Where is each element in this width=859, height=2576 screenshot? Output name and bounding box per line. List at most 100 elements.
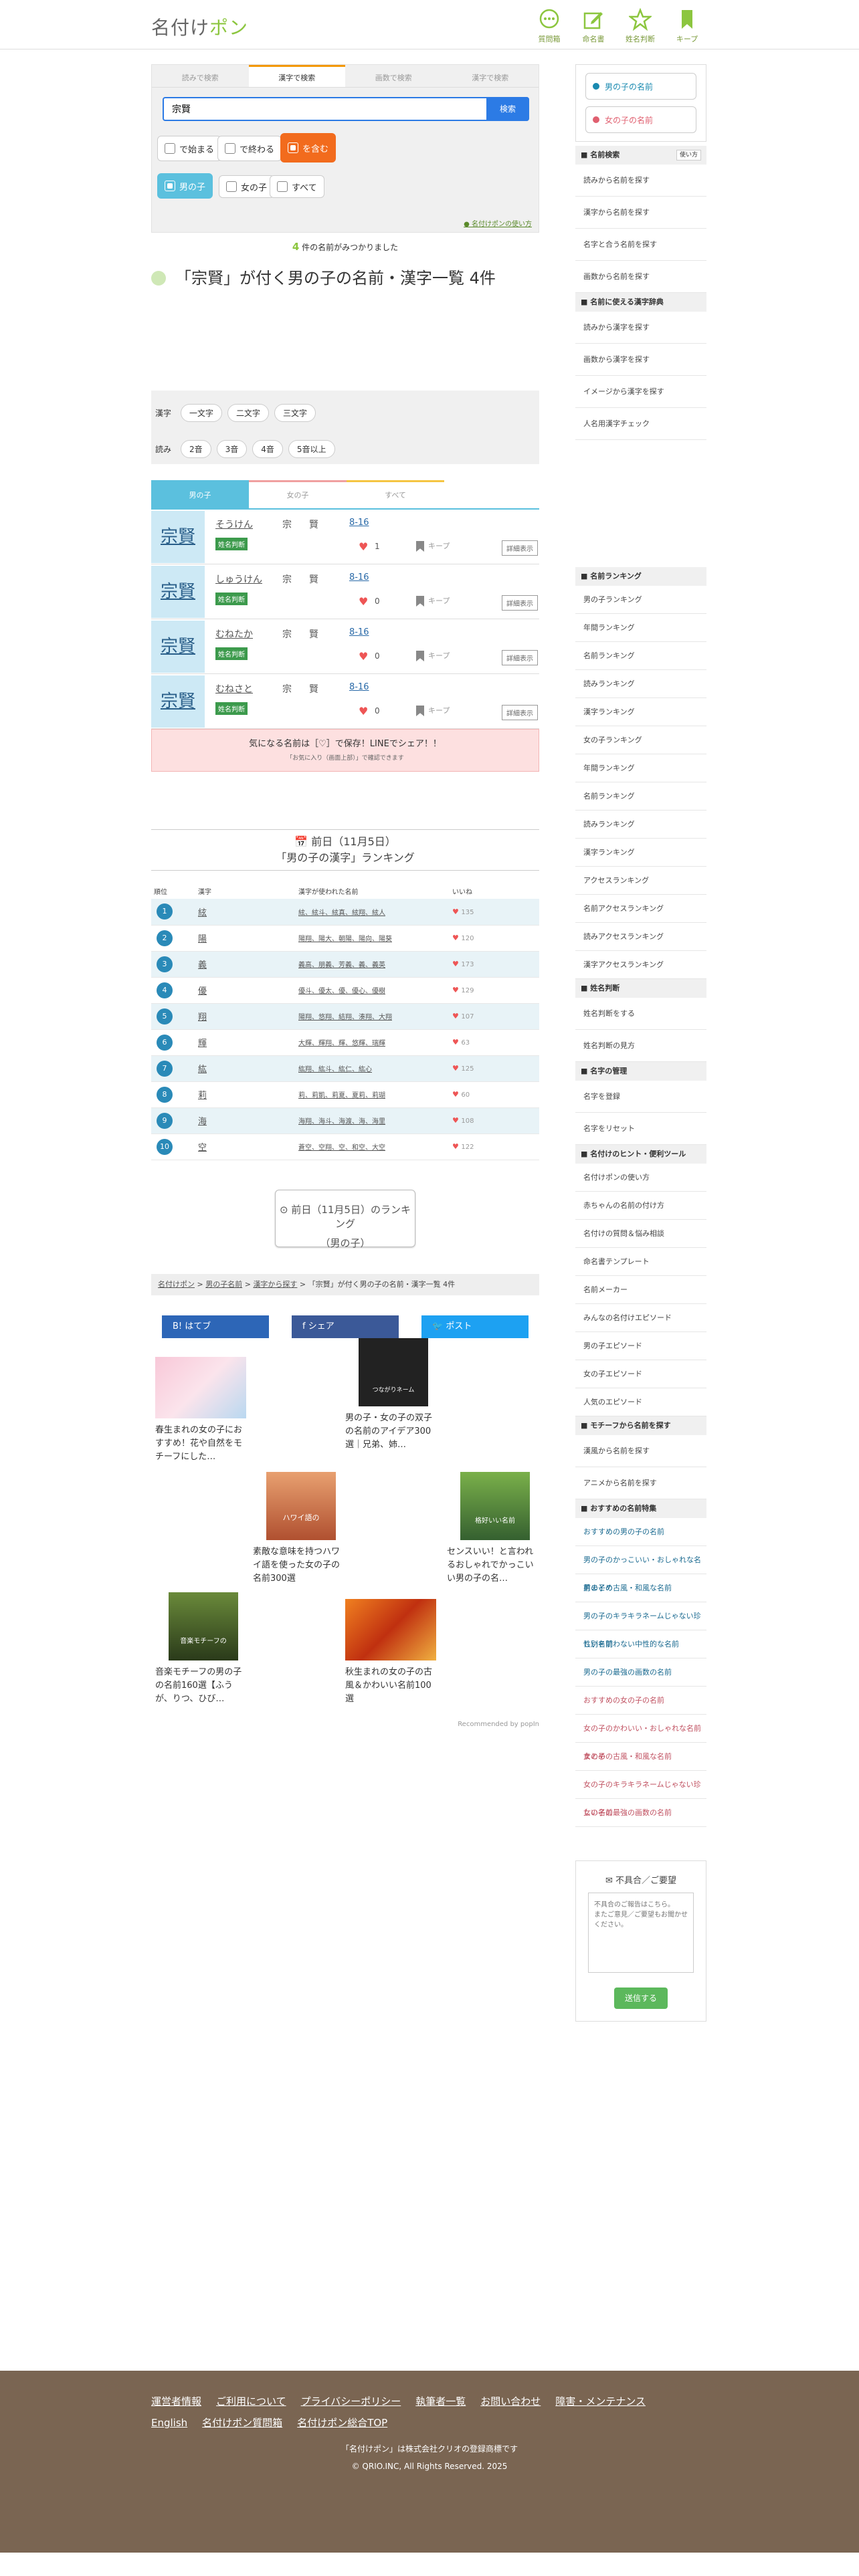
filter-4-on[interactable]: 4音	[252, 439, 283, 458]
sidebar-item[interactable]: 名前ランキング	[575, 782, 706, 811]
sidebar-item[interactable]: 年間ランキング	[575, 614, 706, 642]
ranking-kanji-link[interactable]: 義	[198, 960, 207, 970]
sidebar-item[interactable]: 女の子ランキング	[575, 726, 706, 754]
name-reading-link[interactable]: むねさと	[215, 682, 253, 695]
sidebar-item[interactable]: アニメから名前を探す	[575, 1467, 706, 1499]
tab-reading[interactable]: 読みで検索	[152, 65, 249, 87]
footer-link[interactable]: 執筆者一覧	[415, 2391, 466, 2412]
hatena-button[interactable]: B! はてブ	[162, 1315, 269, 1338]
sidebar-item[interactable]: 性別を問わない中性的な名前	[575, 1630, 706, 1658]
sidebar-item[interactable]: 漢風から名前を探す	[575, 1435, 706, 1467]
ranking-kanji-link[interactable]: 紘	[198, 1065, 207, 1075]
sidebar-item[interactable]: おすすめの女の子の名前	[575, 1687, 706, 1715]
sidebar-item[interactable]: 男の子の古風・和風な名前	[575, 1574, 706, 1602]
footer-link[interactable]: お問い合わせ	[480, 2391, 541, 2412]
filter-one-char[interactable]: 一文字	[181, 403, 223, 422]
breadcrumb-home[interactable]: 名付けポン	[158, 1280, 195, 1289]
contains-checkbox[interactable]: を含む	[280, 133, 337, 163]
gender-girl-radio[interactable]: 女の子	[219, 175, 275, 198]
like-heart-icon[interactable]: ♥	[359, 595, 368, 608]
sidebar-item[interactable]: 男の子の最強の画数の名前	[575, 1658, 706, 1687]
tab-girl[interactable]: 女の子	[249, 480, 347, 508]
search-input[interactable]	[164, 98, 492, 120]
filter-three-char[interactable]: 三文字	[274, 403, 316, 422]
ranking-names[interactable]: 大輝、輝翔、輝、悠輝、瑞輝	[298, 1040, 385, 1047]
sidebar-item[interactable]: 名字と合う名前を探す	[575, 229, 706, 261]
submit-button[interactable]: 送信する	[614, 1988, 668, 2009]
name-reading-link[interactable]: そうけん	[215, 518, 253, 531]
keep-button[interactable]: キープ	[416, 650, 450, 661]
strokes-link[interactable]: 8-16	[349, 518, 369, 528]
sidebar-item[interactable]: みんなの名付けエピソード	[575, 1304, 706, 1332]
sidebar-item[interactable]: 読みランキング	[575, 811, 706, 839]
tab-all[interactable]: すべて	[347, 480, 444, 508]
search-button[interactable]: 検索	[486, 97, 529, 121]
nav-seimei[interactable]: 姓名判断	[619, 8, 661, 44]
ranking-kanji-link[interactable]: 海	[198, 1117, 207, 1127]
tab-kanji[interactable]: 漢字で検索	[248, 65, 345, 87]
sidebar-item[interactable]: 男の子のキラキラネームじゃない珍しい名前	[575, 1602, 706, 1648]
ranking-names[interactable]: 義高、朋義、芳義、義、義英	[298, 962, 385, 969]
sidebar-item[interactable]: 女の子の最強の画数の名前	[575, 1799, 706, 1827]
help-button[interactable]: 使い方	[676, 150, 701, 160]
sidebar-item[interactable]: 姓名判断の見方	[575, 1030, 706, 1062]
detail-button[interactable]: 詳細表示	[502, 540, 538, 556]
sidebar-item[interactable]: 名字を登録	[575, 1081, 706, 1113]
strokes-link[interactable]: 8-16	[349, 627, 369, 637]
sidebar-item[interactable]: 名前メーカー	[575, 1276, 706, 1304]
feedback-textarea[interactable]	[588, 1893, 694, 1973]
name-kanji-link[interactable]: 宗賢	[151, 511, 205, 563]
sidebar-item[interactable]: 女の子のキラキラネームじゃない珍しい名前	[575, 1771, 706, 1817]
sidebar-item[interactable]: 画数から名前を探す	[575, 261, 706, 293]
like-heart-icon[interactable]: ♥	[359, 540, 368, 553]
rec-item-4[interactable]: 格好いい名前 センスいい！と言われるおしゃれでかっこいい男の子の名…	[447, 1471, 541, 1586]
sidebar-item[interactable]: 女の子の古風・和風な名前	[575, 1743, 706, 1771]
starts-with-checkbox[interactable]: で始まる	[157, 136, 222, 161]
seimei-badge[interactable]: 姓名判断	[215, 593, 248, 605]
tab-strokes[interactable]: 画数で検索	[345, 65, 442, 87]
name-reading-link[interactable]: むねたか	[215, 627, 253, 641]
sidebar-item[interactable]: 読みから名前を探す	[575, 165, 706, 197]
sidebar-item[interactable]: 女の子エピソード	[575, 1360, 706, 1388]
sidebar-item[interactable]: 読みランキング	[575, 670, 706, 698]
gender-boy-radio[interactable]: 男の子	[157, 173, 213, 199]
prev-ranking-button[interactable]: ⊙ 前日（11月5日）のランキング （男の子）	[275, 1189, 415, 1249]
sidebar-item[interactable]: 名前ランキング	[575, 642, 706, 670]
filter-2-on[interactable]: 2音	[181, 439, 211, 458]
sidebar-item[interactable]: 読みから漢字を探す	[575, 312, 706, 344]
rec-item-2[interactable]: つながりネーム 男の子・女の子の双子の名前のアイデア300選｜兄弟、姉…	[345, 1337, 439, 1452]
keep-button[interactable]: キープ	[416, 705, 450, 716]
site-logo[interactable]: 名付けポン	[151, 13, 248, 40]
name-kanji-link[interactable]: 宗賢	[151, 621, 205, 673]
sidebar-item[interactable]: 男の子エピソード	[575, 1332, 706, 1360]
sidebar-item[interactable]: 漢字ランキング	[575, 839, 706, 867]
sidebar-item[interactable]: おすすめの男の子の名前	[575, 1518, 706, 1546]
ranking-kanji-link[interactable]: 翔	[198, 1012, 207, 1023]
name-reading-link[interactable]: しゅうけん	[215, 572, 262, 586]
name-kanji-link[interactable]: 宗賢	[151, 566, 205, 618]
seimei-badge[interactable]: 姓名判断	[215, 702, 248, 715]
name-kanji-link[interactable]: 宗賢	[151, 675, 205, 728]
gender-all-radio[interactable]: すべて	[270, 175, 324, 198]
seimei-badge[interactable]: 姓名判断	[215, 647, 248, 660]
sidebar-item[interactable]: 漢字アクセスランキング	[575, 951, 706, 979]
strokes-link[interactable]: 8-16	[349, 682, 369, 692]
usage-link[interactable]: ● 名付けポンの使い方	[464, 218, 532, 228]
footer-link[interactable]: 名付けポン質問箱	[202, 2412, 282, 2434]
rec-item-3[interactable]: ハワイ語の 素敵な意味を持つハワイ語を使った女の子の名前300選	[253, 1471, 347, 1586]
ranking-names[interactable]: 莉、莉凱、莉夏、夏莉、莉瑚	[298, 1092, 385, 1099]
sidebar-item[interactable]: 読みアクセスランキング	[575, 923, 706, 951]
rec-item-5[interactable]: 音楽モチーフの 音楽モチーフの男の子の名前160選【ふうが、りつ、ひび…	[155, 1592, 249, 1706]
sidebar-item[interactable]: イメージから漢字を探す	[575, 376, 706, 408]
ranking-kanji-link[interactable]: 陽	[198, 934, 207, 944]
sidebar-item[interactable]: 漢字ランキング	[575, 698, 706, 726]
sidebar-item[interactable]: 男の子のかっこいい・おしゃれな名前まとめ	[575, 1546, 706, 1592]
filter-two-char[interactable]: 二文字	[227, 403, 270, 422]
like-heart-icon[interactable]: ♥	[359, 650, 368, 663]
sidebar-item[interactable]: 人名用漢字チェック	[575, 408, 706, 440]
sidebar-item[interactable]: 画数から漢字を探す	[575, 344, 706, 376]
keep-button[interactable]: キープ	[416, 540, 450, 552]
nav-keep[interactable]: キープ	[666, 8, 708, 44]
ranking-names[interactable]: 優斗、優太、優、優心、優樹	[298, 988, 385, 995]
sidebar-item[interactable]: 名付けポンの使い方	[575, 1164, 706, 1192]
